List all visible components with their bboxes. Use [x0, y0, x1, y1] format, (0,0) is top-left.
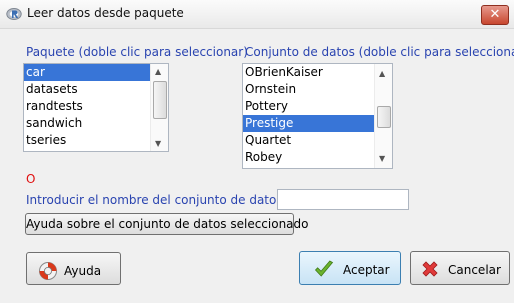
close-button[interactable]: ✕: [481, 5, 509, 25]
red-x-icon: [422, 261, 438, 277]
help-button-label: Ayuda: [64, 264, 102, 278]
cancel-button[interactable]: Cancelar: [410, 251, 510, 285]
lifebuoy-icon: [39, 262, 57, 280]
accept-button-label: Aceptar: [343, 263, 390, 277]
r-logo-icon: [6, 8, 22, 20]
package-item[interactable]: sandwich: [24, 115, 168, 132]
dataset-item[interactable]: Ornstein: [243, 81, 392, 98]
help-button[interactable]: Ayuda: [26, 252, 121, 285]
scroll-down-arrow-icon[interactable]: ▼: [155, 139, 161, 148]
accept-button[interactable]: Aceptar: [299, 251, 401, 285]
datasets-listbox[interactable]: OBrienKaiser Ornstein Pottery Prestige Q…: [242, 63, 393, 169]
dataset-help-button[interactable]: Ayuda sobre el conjunto de datos selecci…: [25, 213, 309, 235]
packages-listbox[interactable]: car datasets randtests sandwich tseries …: [23, 63, 169, 152]
packages-label: Paquete (doble clic para seleccionar): [26, 45, 248, 59]
dataset-name-input[interactable]: [277, 189, 409, 210]
datasets-list: OBrienKaiser Ornstein Pottery Prestige Q…: [243, 64, 392, 166]
scroll-thumb[interactable]: [377, 106, 391, 128]
package-item[interactable]: tseries: [24, 132, 168, 149]
package-item[interactable]: car: [24, 64, 168, 81]
scroll-down-arrow-icon[interactable]: ▼: [379, 154, 385, 163]
title-bar: Leer datos desde paquete ✕: [0, 0, 514, 29]
datasets-scrollbar[interactable]: ▲ ▼: [374, 64, 392, 168]
dataset-item[interactable]: Prestige: [243, 115, 392, 132]
dataset-item[interactable]: OBrienKaiser: [243, 64, 392, 81]
package-item[interactable]: datasets: [24, 81, 168, 98]
window-title: Leer datos desde paquete: [27, 6, 184, 20]
scroll-thumb[interactable]: [153, 81, 167, 119]
dataset-item[interactable]: Quartet: [243, 132, 392, 149]
cancel-button-label: Cancelar: [448, 263, 501, 277]
dataset-item[interactable]: Robey: [243, 149, 392, 166]
package-item[interactable]: randtests: [24, 98, 168, 115]
dataset-name-label: Introducir el nombre del conjunto de dat…: [26, 193, 287, 207]
datasets-label: Conjunto de datos (doble clic para selec…: [245, 45, 514, 59]
packages-scrollbar[interactable]: ▲ ▼: [150, 64, 168, 151]
scroll-up-arrow-icon[interactable]: ▲: [379, 69, 385, 78]
dataset-item[interactable]: Pottery: [243, 98, 392, 115]
packages-list: car datasets randtests sandwich tseries: [24, 64, 168, 149]
scroll-up-arrow-icon[interactable]: ▲: [155, 67, 161, 76]
error-indicator: O: [26, 172, 36, 186]
checkmark-icon: [314, 260, 334, 277]
